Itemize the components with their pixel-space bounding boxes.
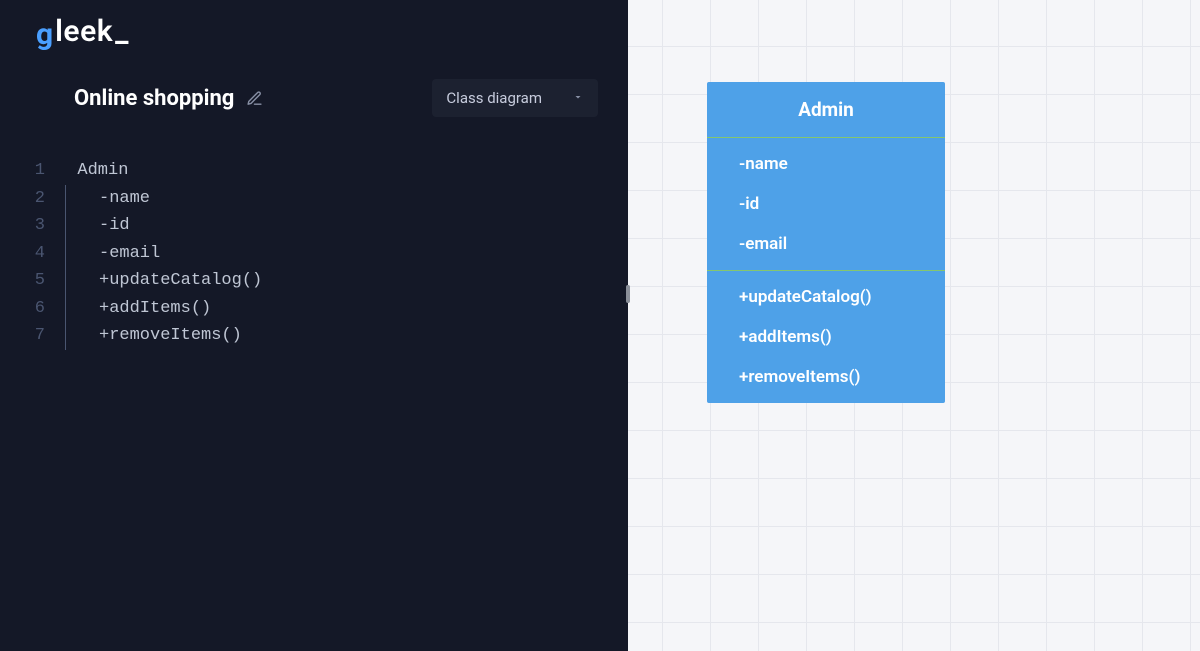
- line-number: 1: [0, 157, 45, 185]
- app-logo: gleek_: [0, 0, 628, 59]
- pencil-icon[interactable]: [246, 90, 263, 107]
- diagram-type-label: Class diagram: [446, 89, 542, 107]
- code-line: -name: [57, 185, 262, 213]
- class-attribute: -name: [707, 144, 945, 184]
- diagram-canvas[interactable]: Admin -name -id -email +updateCatalog() …: [628, 0, 1200, 651]
- code-line: +removeItems(): [57, 322, 262, 350]
- logo-cursor: _: [115, 14, 128, 49]
- logo-word: leek: [55, 14, 113, 49]
- code-content[interactable]: Admin -name -id -email +updateCatalog() …: [57, 157, 262, 350]
- line-number: 7: [0, 322, 45, 350]
- editor-panel: gleek_ Online shopping Class diagram 1 2…: [0, 0, 628, 651]
- line-number: 2: [0, 185, 45, 213]
- class-method: +removeItems(): [707, 357, 945, 397]
- line-number: 5: [0, 267, 45, 295]
- class-attribute: -id: [707, 184, 945, 224]
- code-line: -email: [57, 240, 262, 268]
- class-methods-section: +updateCatalog() +addItems() +removeItem…: [707, 271, 945, 403]
- document-title: Online shopping: [74, 86, 234, 111]
- header-row: Online shopping Class diagram: [0, 59, 628, 127]
- code-line: Admin: [57, 157, 262, 185]
- diagram-type-select[interactable]: Class diagram: [432, 79, 598, 117]
- line-number-gutter: 1 2 3 4 5 6 7: [0, 157, 57, 350]
- code-line: +updateCatalog(): [57, 267, 262, 295]
- logo-letter-g: g: [36, 17, 53, 52]
- line-number: 6: [0, 295, 45, 323]
- panel-resize-handle[interactable]: [626, 285, 630, 303]
- chevron-down-icon: [572, 89, 584, 107]
- class-attribute: -email: [707, 224, 945, 264]
- class-title: Admin: [707, 82, 945, 138]
- class-method: +updateCatalog(): [707, 277, 945, 317]
- class-method: +addItems(): [707, 317, 945, 357]
- code-editor[interactable]: 1 2 3 4 5 6 7 Admin -name -id -email +up…: [0, 127, 628, 350]
- code-line: +addItems(): [57, 295, 262, 323]
- indent-guide: [65, 185, 66, 350]
- code-line: -id: [57, 212, 262, 240]
- class-attributes-section: -name -id -email: [707, 138, 945, 271]
- class-box-admin[interactable]: Admin -name -id -email +updateCatalog() …: [707, 82, 945, 403]
- line-number: 4: [0, 240, 45, 268]
- line-number: 3: [0, 212, 45, 240]
